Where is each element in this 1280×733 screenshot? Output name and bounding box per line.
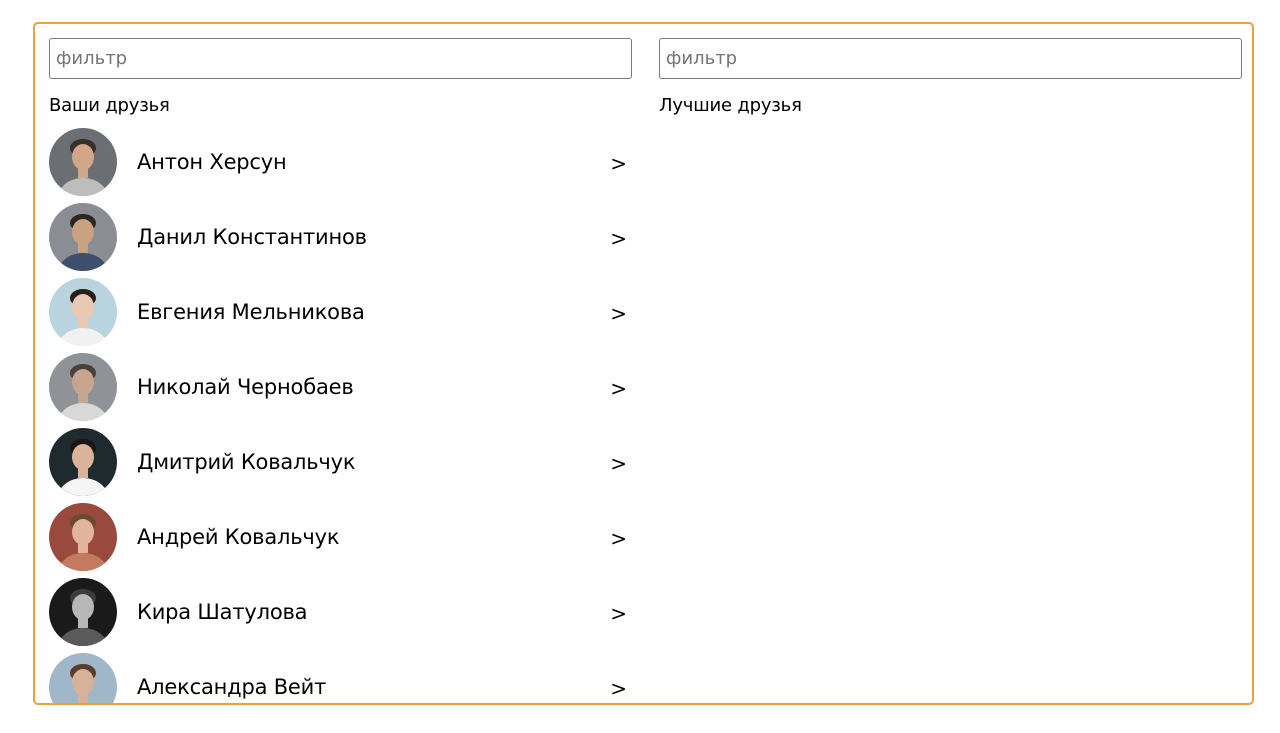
best-friends-title: Лучшие друзья	[659, 95, 802, 116]
friend-name: Александра Вейт	[137, 674, 327, 699]
move-to-best-friends-button[interactable]: >	[606, 299, 631, 327]
avatar	[49, 127, 117, 196]
friend-item[interactable]: Кира Шатулова >	[49, 574, 633, 649]
best-friends-filter-input[interactable]	[659, 38, 1242, 79]
move-to-best-friends-button[interactable]: >	[606, 599, 631, 627]
friend-item[interactable]: Евгения Мельникова >	[49, 274, 633, 349]
avatar	[49, 652, 117, 703]
move-to-best-friends-button[interactable]: >	[606, 224, 631, 252]
your-friends-list: Антон Херсун > Данил Константинов > Евгения …	[49, 124, 633, 703]
friend-name: Евгения Мельникова	[137, 299, 365, 324]
your-friends-column: Ваши друзья Антон Херсун>Данил Константи…	[49, 24, 633, 703]
friend-item[interactable]: Данил Константинов >	[49, 199, 633, 274]
move-to-best-friends-button[interactable]: >	[606, 374, 631, 402]
avatar	[49, 577, 117, 646]
friend-name: Андрей Ковальчук	[137, 524, 340, 549]
best-friends-column: Лучшие друзья	[659, 24, 1243, 703]
your-friends-title: Ваши друзья	[49, 95, 170, 116]
friend-item[interactable]: Николай Чернобаев >	[49, 349, 633, 424]
avatar	[49, 277, 117, 346]
avatar	[49, 427, 117, 496]
move-to-best-friends-button[interactable]: >	[606, 524, 631, 552]
your-friends-filter-input[interactable]	[49, 38, 632, 79]
friend-item[interactable]: Антон Херсун >	[49, 124, 633, 199]
move-to-best-friends-button[interactable]: >	[606, 674, 631, 702]
move-to-best-friends-button[interactable]: >	[606, 149, 631, 177]
friend-item[interactable]: Андрей Ковальчук >	[49, 499, 633, 574]
avatar	[49, 352, 117, 421]
friends-widget: Ваши друзья Антон Херсун>Данил Константи…	[33, 22, 1254, 705]
move-to-best-friends-button[interactable]: >	[606, 449, 631, 477]
friend-item[interactable]: Дмитрий Ковальчук >	[49, 424, 633, 499]
friend-name: Кира Шатулова	[137, 599, 308, 624]
friend-name: Дмитрий Ковальчук	[137, 449, 356, 474]
friend-name: Антон Херсун	[137, 149, 287, 174]
avatar	[49, 202, 117, 271]
friend-name: Данил Константинов	[137, 224, 367, 249]
friend-item[interactable]: Александра Вейт >	[49, 649, 633, 703]
friend-name: Николай Чернобаев	[137, 374, 354, 399]
avatar	[49, 502, 117, 571]
